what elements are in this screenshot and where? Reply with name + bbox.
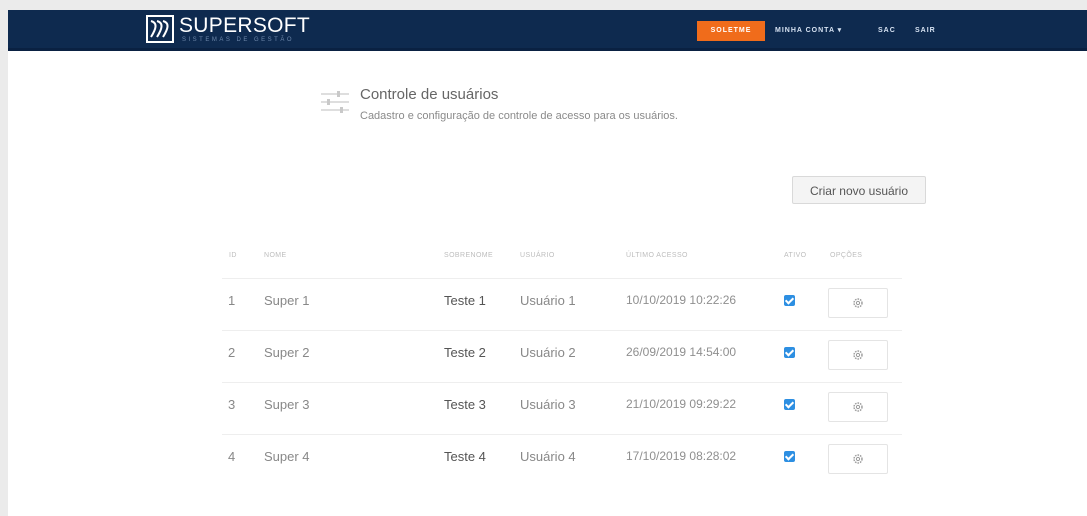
cell-last-access: 21/10/2019 09:29:22 xyxy=(626,397,737,411)
header-active: ATIVO xyxy=(784,252,807,259)
cell-last-access: 17/10/2019 08:28:02 xyxy=(626,449,737,463)
header-id: ID xyxy=(229,252,237,259)
cell-surname: Teste 3 xyxy=(444,397,486,412)
brand-logo[interactable]: SUPERSOFT SISTEMAS DE GESTÃO xyxy=(146,14,346,46)
header-name: NOME xyxy=(264,252,287,259)
supersoft-logo-icon xyxy=(146,15,174,43)
gear-icon xyxy=(853,298,863,308)
nav-exit[interactable]: SAIR xyxy=(915,21,936,41)
cell-last-access: 26/09/2019 14:54:00 xyxy=(626,345,737,359)
gear-icon xyxy=(853,454,863,464)
cell-user: Usuário 2 xyxy=(520,345,576,360)
cell-id: 2 xyxy=(228,345,236,360)
active-checkbox[interactable] xyxy=(784,347,795,358)
header-user: USUÁRIO xyxy=(520,252,555,259)
sliders-icon xyxy=(321,91,349,113)
cell-user: Usuário 1 xyxy=(520,293,576,308)
table-row: 2 Super 2 Teste 2 Usuário 2 26/09/2019 1… xyxy=(222,330,902,383)
cell-id: 4 xyxy=(228,449,236,464)
header-options: OPÇÕES xyxy=(830,252,863,259)
cell-last-access: 10/10/2019 10:22:26 xyxy=(626,293,737,307)
brand-tagline: SISTEMAS DE GESTÃO xyxy=(182,37,295,43)
active-checkbox[interactable] xyxy=(784,295,795,306)
page-subtitle: Cadastro e configuração de controle de a… xyxy=(360,110,678,122)
table-row: 3 Super 3 Teste 3 Usuário 3 21/10/2019 0… xyxy=(222,382,902,435)
options-button[interactable] xyxy=(828,392,888,422)
cell-surname: Teste 4 xyxy=(444,449,486,464)
cell-name: Super 4 xyxy=(264,449,310,464)
table-row: 4 Super 4 Teste 4 Usuário 4 17/10/2019 0… xyxy=(222,434,902,487)
cell-user: Usuário 4 xyxy=(520,449,576,464)
table-row: 1 Super 1 Teste 1 Usuário 1 10/10/2019 1… xyxy=(222,278,902,331)
gear-icon xyxy=(853,350,863,360)
cell-user: Usuário 3 xyxy=(520,397,576,412)
cell-name: Super 2 xyxy=(264,345,310,360)
cell-id: 3 xyxy=(228,397,236,412)
cell-id: 1 xyxy=(228,293,236,308)
cell-surname: Teste 1 xyxy=(444,293,486,308)
options-button[interactable] xyxy=(828,288,888,318)
page-title: Controle de usuários xyxy=(360,86,499,103)
brand-name: SUPERSOFT xyxy=(179,14,311,37)
options-button[interactable] xyxy=(828,340,888,370)
header-surname: SOBRENOME xyxy=(444,252,494,259)
cell-surname: Teste 2 xyxy=(444,345,486,360)
active-checkbox[interactable] xyxy=(784,451,795,462)
header-last-access: ÚLTIMO ACESSO xyxy=(626,252,688,259)
cell-name: Super 1 xyxy=(264,293,310,308)
gear-icon xyxy=(853,402,863,412)
nav-sac[interactable]: SAC xyxy=(878,21,896,41)
nav-highlight-button[interactable]: SOLETME xyxy=(697,21,765,41)
top-navbar: SUPERSOFT SISTEMAS DE GESTÃO SOLETME MIN… xyxy=(8,10,1087,51)
nav-my-account[interactable]: MINHA CONTA ▾ xyxy=(775,21,842,41)
cell-name: Super 3 xyxy=(264,397,310,412)
create-user-button[interactable]: Criar novo usuário xyxy=(792,176,926,204)
options-button[interactable] xyxy=(828,444,888,474)
active-checkbox[interactable] xyxy=(784,399,795,410)
